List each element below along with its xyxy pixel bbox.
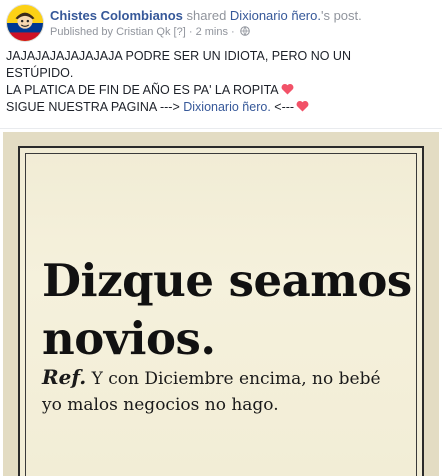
post-text-line-2: ESTÚPIDO. <box>6 66 74 80</box>
dictionary-card: Dizque seamos novios. Ref. Y con Diciemb… <box>18 146 424 476</box>
page-name-link[interactable]: Chistes Colombianos <box>50 8 183 23</box>
definition-line-1-text: Y con Diciembre encima, no bebé <box>91 369 381 389</box>
mentioned-page-link[interactable]: Dixionario ñero. <box>183 100 271 114</box>
follow-suffix: <--- <box>274 100 295 114</box>
shared-action-text: shared <box>186 8 227 23</box>
ref-label: Ref. <box>42 365 87 389</box>
post-header: Chistes Colombianos shared Dixionario ñe… <box>0 0 442 44</box>
feed-post: Chistes Colombianos shared Dixionario ñe… <box>0 0 442 476</box>
photo-background: Dizque seamos novios. Ref. Y con Diciemb… <box>3 132 439 476</box>
post-timestamp[interactable]: 2 mins <box>196 26 228 38</box>
dictionary-definition: Ref. Y con Diciembre encima, no bebé yo … <box>42 364 402 418</box>
dictionary-headword: Dizque seamos novios. <box>42 252 412 368</box>
headword-line-2: novios. <box>42 312 216 365</box>
footnote-marker[interactable]: [?] <box>174 26 186 38</box>
shared-source-link[interactable]: Dixionario ñero. <box>230 8 321 23</box>
post-text-line-1: JAJAJAJAJAJAJAJA PODRE SER UN IDIOTA, PE… <box>6 49 351 63</box>
heart-icon <box>281 83 294 95</box>
definition-line-1: Ref. Y con Diciembre encima, no bebé <box>42 364 402 392</box>
post-text-line-3: LA PLATICA DE FIN DE AÑO ES PA' LA ROPIT… <box>6 82 438 99</box>
post-headline: Chistes Colombianos shared Dixionario ñe… <box>50 7 362 24</box>
post-text-line-4: SIGUE NUESTRA PAGINA ---> Dixionario ñer… <box>6 99 438 116</box>
shared-suffix-text: 's post. <box>320 8 362 23</box>
post-text-line-3-text: LA PLATICA DE FIN DE AÑO ES PA' LA ROPIT… <box>6 83 279 97</box>
page-avatar[interactable] <box>6 4 44 42</box>
published-by-label: Published by <box>50 26 113 38</box>
headword-line-1: Dizque seamos <box>42 254 412 307</box>
follow-prefix: SIGUE NUESTRA PAGINA ---> <box>6 100 180 114</box>
post-text: JAJAJAJAJAJAJAJA PODRE SER UN IDIOTA, PE… <box>6 48 438 116</box>
meta-separator: · <box>188 26 193 38</box>
heart-icon <box>296 100 309 112</box>
globe-icon[interactable] <box>239 26 250 36</box>
publisher-link[interactable]: Cristian Qk <box>116 26 170 38</box>
post-meta: Published by Cristian Qk [?] · 2 mins · <box>50 25 250 39</box>
definition-line-2: yo malos negocios no hago. <box>42 395 279 415</box>
avatar-image <box>7 5 43 41</box>
meta-separator-2: · <box>231 26 235 38</box>
post-photo[interactable]: Dizque seamos novios. Ref. Y con Diciemb… <box>0 128 442 476</box>
